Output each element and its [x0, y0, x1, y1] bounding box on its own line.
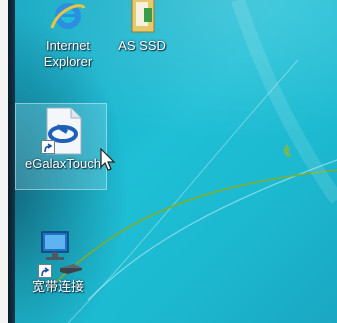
photo-margin: [0, 0, 8, 323]
broadband-connection-icon: [30, 228, 86, 280]
icon-label: AS SSD: [118, 38, 166, 53]
folder-icon: [122, 0, 162, 38]
mouse-cursor-icon: [100, 147, 116, 177]
desktop[interactable]: Internet Explorer AS SSD eGalaxTouch 宽带连…: [8, 0, 337, 323]
icon-label-line-2: Explorer: [43, 54, 93, 69]
shortcut-arrow-icon: [38, 264, 52, 278]
desktop-icon-internet-explorer[interactable]: Internet Explorer: [28, 0, 108, 70]
shortcut-arrow-icon: [41, 140, 55, 154]
desktop-icon-broadband-connection[interactable]: 宽带连接: [18, 228, 98, 296]
icon-label: eGalaxTouch: [25, 156, 101, 171]
internet-explorer-icon: [48, 0, 88, 38]
egalaxtouch-icon: [39, 106, 87, 156]
icon-label-line-1: Internet: [45, 38, 91, 53]
desktop-icon-egalaxtouch[interactable]: eGalaxTouch: [13, 106, 113, 172]
desktop-icon-as-ssd[interactable]: AS SSD: [112, 0, 172, 54]
icon-label: 宽带连接: [31, 280, 84, 295]
